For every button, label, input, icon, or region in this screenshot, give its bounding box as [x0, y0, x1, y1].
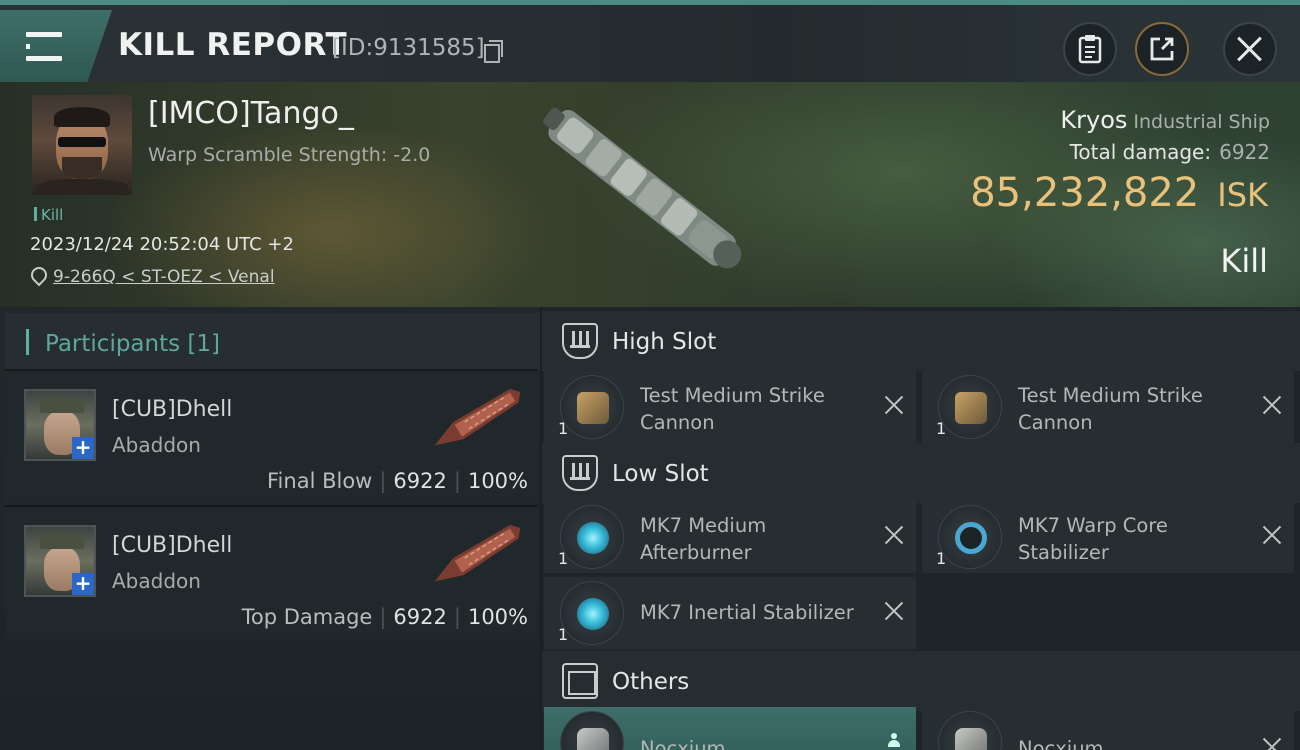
participant-role: Top Damage — [241, 605, 373, 629]
victim-name[interactable]: [IMCO]Tango_ — [148, 96, 354, 131]
participant-ship-image — [434, 388, 521, 446]
module-quantity: 1 — [558, 419, 569, 438]
close-button[interactable] — [1223, 22, 1277, 76]
share-icon — [1150, 37, 1174, 61]
person-icon — [888, 733, 900, 747]
participant-stats: Final Blow | 6922 | 100% — [267, 469, 528, 493]
fitting-panel: High Slot 1 Test Medium Strike Cannon 1 … — [542, 307, 1300, 750]
low-slot-icon — [562, 455, 598, 491]
participants-title: Participants [1] — [45, 331, 220, 357]
destroyed-x-icon — [1262, 525, 1282, 545]
total-damage-value: 6922 — [1219, 140, 1270, 164]
module-quantity: 1 — [558, 625, 569, 644]
destroyed-x-icon — [884, 601, 904, 621]
participant-ship: Abaddon — [112, 569, 201, 593]
participant-damage: 6922 — [393, 605, 447, 629]
participant-damage: 6922 — [393, 469, 447, 493]
module-quantity: 1 — [558, 549, 569, 568]
cargo-box-icon — [562, 663, 598, 699]
others-header: Others — [542, 651, 1300, 711]
victim-ship-image[interactable] — [520, 84, 780, 304]
cannon-icon — [560, 375, 624, 439]
ship-name: Kryos — [1060, 106, 1128, 134]
destroyed-x-icon — [1262, 395, 1282, 415]
low-slot-header: Low Slot — [542, 443, 1300, 503]
isk-amount: 85,232,822 — [970, 170, 1200, 216]
participant-percent: 100% — [467, 605, 528, 629]
isk-value: 85,232,822 ISK — [970, 170, 1268, 216]
module-name: Nocxium — [640, 737, 726, 750]
isk-unit: ISK — [1217, 176, 1268, 214]
share-button[interactable] — [1135, 22, 1189, 76]
result-label: Kill — [1220, 242, 1268, 280]
location-pin-icon — [31, 267, 45, 285]
module-name: Test Medium Strike Cannon — [640, 384, 825, 434]
total-damage-label: Total damage: — [1069, 140, 1212, 164]
participants-panel: Participants [1] + [CUB]Dhell Abaddon Fi… — [0, 307, 540, 750]
kill-tag: Kill — [34, 206, 63, 224]
module-name: MK7 Medium Afterburner — [640, 514, 767, 564]
close-icon — [1235, 34, 1265, 64]
cannon-icon — [938, 375, 1002, 439]
clipboard-button[interactable] — [1063, 22, 1117, 76]
clipboard-icon — [1078, 35, 1102, 64]
plus-icon: + — [72, 437, 94, 459]
module-item[interactable]: 1 Test Medium Strike Cannon — [544, 371, 916, 443]
kill-datetime: 2023/12/24 20:52:04 UTC +2 — [30, 234, 294, 255]
location-link[interactable]: 9-266Q < ST-OEZ < Venal — [53, 267, 275, 287]
module-name: MK7 Warp Core Stabilizer — [1018, 514, 1168, 564]
high-slot-header: High Slot — [542, 311, 1300, 371]
destroyed-x-icon — [884, 525, 904, 545]
ore-icon — [938, 711, 1002, 750]
victim-banner: [IMCO]Tango_ Warp Scramble Strength: -2.… — [0, 82, 1300, 307]
module-item[interactable]: Nocxium — [544, 707, 916, 750]
high-slot-title: High Slot — [612, 329, 717, 355]
ship-class: Industrial Ship — [1133, 111, 1270, 133]
afterburner-icon — [560, 505, 624, 569]
copy-icon[interactable] — [484, 40, 503, 63]
destroyed-x-icon — [1262, 737, 1282, 750]
others-title: Others — [612, 669, 690, 695]
victim-avatar[interactable] — [32, 95, 132, 195]
report-id: [ID:9131585] — [332, 35, 485, 61]
participant-name: [CUB]Dhell — [112, 397, 233, 422]
module-item[interactable]: 1 MK7 Medium Afterburner — [544, 501, 916, 573]
module-item[interactable]: 1 MK7 Warp Core Stabilizer — [922, 501, 1294, 573]
module-quantity: 1 — [936, 419, 947, 438]
module-item[interactable]: 1 Test Medium Strike Cannon — [922, 371, 1294, 443]
participant-ship-image — [434, 524, 521, 582]
participant-role: Final Blow — [267, 469, 373, 493]
participant-row[interactable]: + [CUB]Dhell Abaddon Final Blow | 6922 | 100… — [5, 369, 538, 503]
participant-avatar[interactable]: + — [24, 389, 96, 461]
participant-row[interactable]: + [CUB]Dhell Abaddon Top Damage | 6922 | 100… — [5, 505, 538, 639]
victim-ship-name[interactable]: Kryos Industrial Ship — [1060, 106, 1270, 134]
module-name: Test Medium Strike Cannon — [1018, 384, 1203, 434]
module-item[interactable]: Nocxium — [922, 707, 1294, 750]
high-slot-icon — [562, 323, 598, 359]
participant-ship: Abaddon — [112, 433, 201, 457]
menu-button[interactable] — [0, 10, 112, 82]
warp-core-stabilizer-icon — [938, 505, 1002, 569]
module-quantity: 1 — [936, 549, 947, 568]
top-bar: KILL REPORT [ID:9131585] — [0, 0, 1300, 82]
total-damage: Total damage: 6922 — [1070, 140, 1270, 164]
ore-icon — [560, 711, 624, 750]
participant-percent: 100% — [467, 469, 528, 493]
module-item[interactable]: 1 MK7 Inertial Stabilizer — [544, 577, 916, 649]
plus-icon: + — [72, 573, 94, 595]
participants-header: Participants [1] — [5, 313, 540, 371]
menu-icon — [26, 32, 62, 62]
destroyed-x-icon — [884, 395, 904, 415]
module-name: MK7 Inertial Stabilizer — [640, 601, 854, 624]
low-slot-title: Low Slot — [612, 461, 709, 487]
module-name: Nocxium — [1018, 737, 1104, 750]
participant-avatar[interactable]: + — [24, 525, 96, 597]
page-title: KILL REPORT — [118, 27, 348, 63]
warp-scramble-strength: Warp Scramble Strength: -2.0 — [148, 144, 431, 166]
participant-stats: Top Damage | 6922 | 100% — [241, 605, 528, 629]
inertial-stabilizer-icon — [560, 581, 624, 645]
participant-name: [CUB]Dhell — [112, 533, 233, 558]
